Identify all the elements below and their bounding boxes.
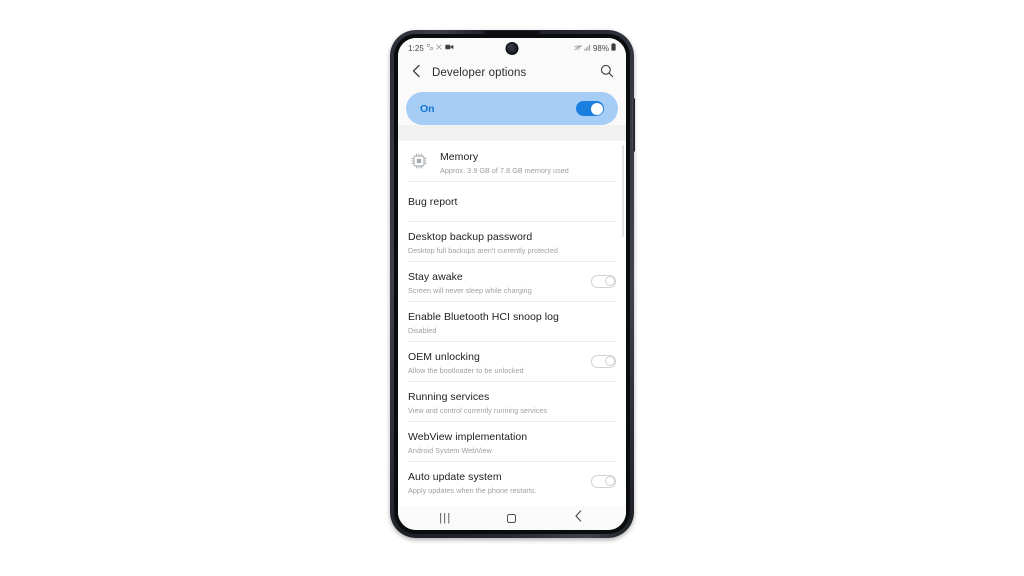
list-item-text: WebView implementation Android System We…: [408, 427, 616, 456]
section-gap: [398, 125, 626, 141]
list-item-webview-implementation[interactable]: WebView implementation Android System We…: [398, 421, 626, 461]
list-item-bluetooth-hci-snoop-log[interactable]: Enable Bluetooth HCI snoop log Disabled: [398, 301, 626, 341]
list-item-subtitle: Android System WebView: [408, 445, 492, 455]
master-switch[interactable]: [576, 101, 604, 116]
list-item-title: Bug report: [408, 196, 458, 208]
screen-recorder-icon: [445, 44, 454, 52]
list-item-stay-awake[interactable]: Stay awake Screen will never sleep while…: [398, 261, 626, 301]
list-item-auto-update-system[interactable]: Auto update system Apply updates when th…: [398, 461, 626, 501]
back-navigation-button[interactable]: [408, 63, 424, 83]
navigation-bar: |||: [398, 506, 626, 530]
battery-percent-label: 98%: [592, 43, 609, 53]
phone-device: 1:25 98% Developer options On Memory App…: [390, 30, 635, 538]
auto-update-system-switch[interactable]: [591, 474, 616, 488]
home-icon: [507, 513, 517, 523]
list-item-subtitle: Screen will never sleep while charging: [408, 285, 532, 295]
list-item-text: Stay awake Screen will never sleep while…: [408, 267, 583, 296]
app-bar: Developer options: [398, 58, 626, 88]
list-item-running-services[interactable]: Running services View and control curren…: [398, 381, 626, 421]
chevron-left-icon: [411, 64, 422, 83]
master-toggle-row: On: [398, 88, 626, 125]
master-toggle-label: On: [420, 102, 435, 115]
front-camera-punch-hole: [505, 42, 519, 55]
list-item-title: WebView implementation: [408, 430, 528, 443]
list-item-subtitle: Apply updates when the phone restarts.: [408, 485, 537, 495]
list-item-bug-report[interactable]: Bug report: [398, 181, 626, 221]
page-title: Developer options: [432, 67, 527, 79]
list-item-title: Desktop backup password: [408, 230, 533, 243]
search-button[interactable]: [598, 64, 616, 82]
home-button[interactable]: [499, 508, 525, 528]
back-icon: [574, 509, 583, 527]
developer-options-master-toggle[interactable]: On: [406, 92, 618, 125]
list-item-subtitle: Allow the bootloader to be unlocked: [408, 365, 524, 375]
silent-icon: [436, 44, 442, 52]
list-item-title: Auto update system: [408, 470, 502, 483]
wifi-off-icon: [574, 44, 582, 53]
signal-icon: [584, 44, 591, 53]
list-scrollbar[interactable]: [622, 145, 624, 237]
list-item-text: Auto update system Apply updates when th…: [408, 467, 583, 496]
list-item-title: OEM unlocking: [408, 350, 480, 363]
list-item-text: Running services View and control curren…: [408, 387, 616, 416]
stay-awake-switch[interactable]: [591, 274, 616, 288]
back-button[interactable]: [566, 508, 592, 528]
list-item-text: Bug report: [408, 192, 616, 210]
list-item-memory[interactable]: Memory Approx. 3.9 GB of 7.8 GB memory u…: [398, 141, 626, 181]
list-item-title: Stay awake: [408, 270, 463, 283]
status-time: 1:25: [408, 43, 424, 53]
power-side-button[interactable]: [632, 98, 635, 152]
list-item-text: Desktop backup password Desktop full bac…: [408, 227, 616, 256]
list-item-subtitle: View and control currently running servi…: [408, 405, 548, 415]
list-item-title: Memory: [440, 150, 479, 163]
status-bar-left: 1:25: [408, 44, 454, 53]
battery-icon: [611, 43, 616, 53]
list-item-subtitle: Disabled: [408, 325, 437, 335]
list-item-subtitle: Desktop full backups aren't currently pr…: [408, 245, 558, 255]
list-item-title: Enable Bluetooth HCI snoop log: [408, 310, 559, 323]
list-item-text: OEM unlocking Allow the bootloader to be…: [408, 347, 583, 376]
list-item-title: Running services: [408, 390, 490, 403]
memory-chip-icon: [408, 150, 430, 172]
recents-button[interactable]: |||: [432, 508, 458, 528]
oem-unlocking-switch[interactable]: [591, 354, 616, 368]
list-item-desktop-backup-password[interactable]: Desktop backup password Desktop full bac…: [398, 221, 626, 261]
list-item-text: Memory Approx. 3.9 GB of 7.8 GB memory u…: [440, 147, 616, 176]
recents-icon: |||: [439, 511, 452, 524]
status-bar-right: 98%: [574, 43, 616, 53]
dnd-icon: [426, 44, 433, 52]
list-item-subtitle: Approx. 3.9 GB of 7.8 GB memory used: [440, 165, 569, 175]
search-icon: [600, 64, 614, 83]
list-item-text: Enable Bluetooth HCI snoop log Disabled: [408, 307, 616, 336]
status-bar: 1:25 98%: [398, 38, 626, 58]
list-item-oem-unlocking[interactable]: OEM unlocking Allow the bootloader to be…: [398, 341, 626, 381]
phone-screen: 1:25 98% Developer options On Memory App…: [398, 38, 626, 530]
settings-list: Memory Approx. 3.9 GB of 7.8 GB memory u…: [398, 141, 626, 506]
